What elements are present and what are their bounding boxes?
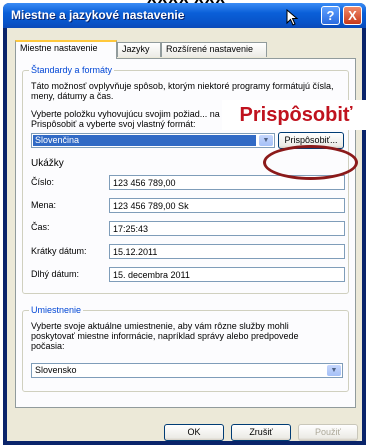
sample-label-short-date: Krátky dátum:	[31, 246, 87, 256]
chevron-down-icon[interactable]: ▼	[259, 135, 273, 146]
format-select-value: Slovenčina	[33, 135, 256, 146]
sample-value-short-date: 15.12.2011	[109, 244, 345, 259]
sample-value-long-date: 15. decembra 2011	[109, 267, 345, 282]
chevron-down-icon[interactable]: ▼	[327, 365, 341, 376]
ok-button[interactable]: OK	[164, 424, 224, 441]
location-select-value: Slovensko	[35, 365, 77, 375]
close-button[interactable]: X	[343, 6, 362, 25]
tab-regional-options[interactable]: Miestne nastavenie	[15, 40, 117, 59]
samples-title: Ukážky	[31, 158, 64, 169]
annotation-callout: Prispôsobiť	[222, 100, 370, 130]
sample-label-time: Čas:	[31, 222, 50, 232]
location-group: Umiestnenie Vyberte svoje aktuálne umies…	[22, 305, 349, 392]
sample-value-time: 17:25:43	[109, 221, 345, 236]
sample-label-number: Číslo:	[31, 177, 55, 187]
title-bar[interactable]: Miestne a jazykové nastavenie ? X	[3, 3, 366, 28]
window-title: Miestne a jazykové nastavenie	[11, 8, 185, 22]
standards-group-title: Štandardy a formáty	[29, 65, 115, 75]
tab-languages[interactable]: Jazyky	[117, 42, 161, 57]
sample-value-currency: 123 456 789,00 Sk	[109, 198, 345, 213]
location-description: Vyberte svoje aktuálne umiestnenie, aby …	[31, 321, 299, 351]
format-select[interactable]: Slovenčina ▼	[31, 133, 275, 148]
annotation-highlight-ellipse	[263, 145, 358, 180]
location-select[interactable]: Slovensko ▼	[31, 363, 343, 378]
help-button[interactable]: ?	[321, 6, 340, 25]
tab-advanced[interactable]: Rozšírené nastavenie	[161, 42, 267, 57]
location-group-title: Umiestnenie	[29, 305, 84, 315]
standards-description: Táto možnosť ovplyvňuje spôsob, ktorým n…	[31, 81, 334, 101]
sample-label-long-date: Dlhý dátum:	[31, 269, 80, 279]
sample-label-currency: Mena:	[31, 200, 57, 210]
dialog-window: Miestne a jazykové nastavenie ? X Miestn…	[3, 3, 366, 445]
mouse-cursor-icon	[286, 9, 299, 26]
dialog-client-area: Miestne nastavenie Jazyky Rozšírené nast…	[7, 28, 362, 441]
cancel-button[interactable]: Zrušiť	[231, 424, 291, 441]
apply-button[interactable]: Použiť	[298, 424, 358, 441]
